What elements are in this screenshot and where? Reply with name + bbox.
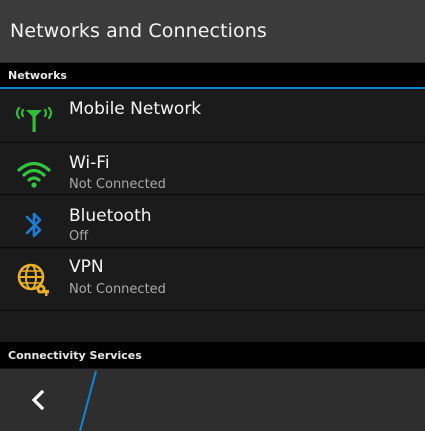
empty-list-row	[0, 311, 425, 342]
item-label: Mobile Network	[69, 99, 202, 119]
item-label: Bluetooth	[69, 206, 152, 226]
wifi-icon	[6, 155, 62, 193]
section-header-networks: Networks	[0, 63, 425, 89]
action-bar-divider	[79, 370, 97, 431]
item-label: Wi-Fi	[69, 153, 110, 173]
section-header-connectivity: Connectivity Services	[0, 342, 425, 368]
list-item-mobile-network[interactable]: Mobile Network	[0, 91, 425, 143]
chevron-left-icon	[31, 389, 45, 411]
list-item-vpn[interactable]: VPN Not Connected	[0, 249, 425, 311]
section-header-label: Networks	[8, 68, 67, 82]
action-bar	[0, 369, 425, 431]
item-status: Off	[69, 229, 89, 244]
page-title: Networks and Connections	[10, 20, 267, 42]
title-bar: Networks and Connections	[0, 0, 425, 63]
vpn-icon	[6, 261, 62, 299]
bluetooth-icon	[6, 206, 62, 244]
section-header-label: Connectivity Services	[8, 348, 142, 362]
item-status: Not Connected	[69, 282, 166, 297]
mobile-network-icon	[6, 99, 62, 137]
list-item-bluetooth[interactable]: Bluetooth Off	[0, 196, 425, 248]
item-label: VPN	[69, 257, 104, 277]
list-item-wifi[interactable]: Wi-Fi Not Connected	[0, 143, 425, 195]
item-status: Not Connected	[69, 177, 166, 192]
